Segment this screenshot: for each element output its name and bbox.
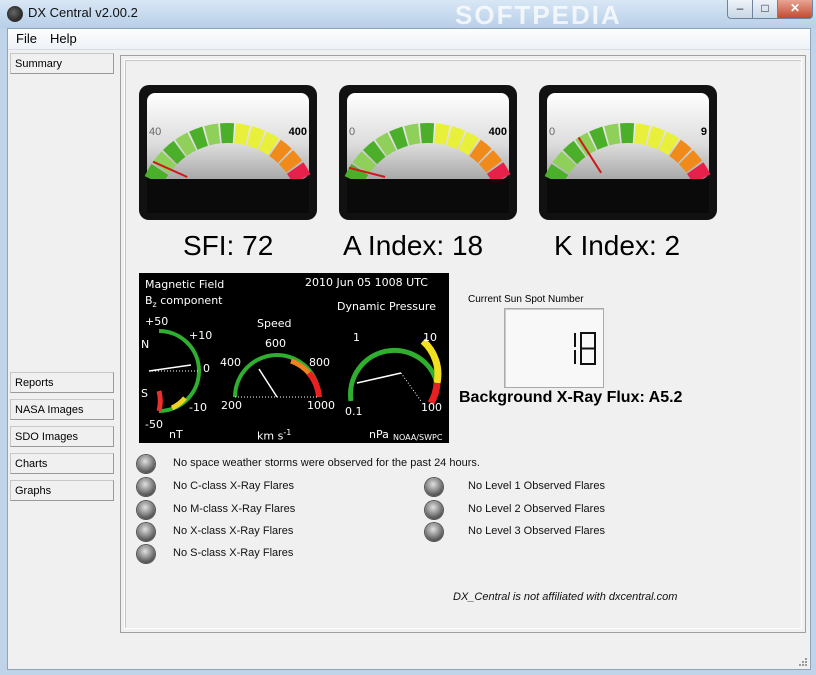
speed-unit: km s-1 bbox=[257, 428, 292, 443]
speed-tick: 800 bbox=[309, 356, 330, 369]
watermark: SOFTPEDIA bbox=[455, 0, 622, 30]
mag-tick: N bbox=[141, 338, 150, 351]
sfi-label: SFI: 72 bbox=[183, 230, 274, 261]
gauge-segment bbox=[419, 123, 435, 144]
storm-status-text: No space weather storms were observed fo… bbox=[173, 457, 480, 469]
pressure-tick: 1 bbox=[353, 331, 360, 344]
a-index-label: A Index: 18 bbox=[343, 230, 484, 261]
level1-led bbox=[425, 478, 443, 496]
gauge-max-label: 400 bbox=[489, 126, 507, 138]
client-area: File Help Summary Reports NASA Images SD… bbox=[7, 28, 811, 670]
c-class-led bbox=[137, 478, 155, 496]
speed-tick: 400 bbox=[220, 356, 241, 369]
gauge-base bbox=[147, 179, 309, 213]
mag-tick: S bbox=[141, 387, 148, 400]
k-index-label: K Index: 2 bbox=[554, 230, 681, 261]
mag-tick: -50 bbox=[145, 418, 163, 431]
x-class-led bbox=[137, 523, 155, 541]
m-class-text: No M-class X-Ray Flares bbox=[173, 503, 296, 515]
sfi-gauge: 40 400 bbox=[139, 85, 317, 220]
menu-bar: File Help bbox=[8, 29, 810, 50]
mag-field-title: Magnetic Field bbox=[145, 278, 225, 291]
noaa-credit: NOAA/SWPC bbox=[393, 433, 443, 442]
pressure-tick: 0.1 bbox=[345, 405, 363, 418]
gauge-min-label: 40 bbox=[149, 126, 161, 138]
gauge-min-label: 0 bbox=[549, 126, 555, 138]
sidebar-item-nasa-images[interactable]: NASA Images bbox=[10, 399, 114, 420]
s-class-text: No S-class X-Ray Flares bbox=[173, 547, 294, 559]
level2-text: No Level 2 Observed Flares bbox=[468, 503, 605, 515]
sunspot-label: Current Sun Spot Number bbox=[468, 294, 584, 305]
pressure-tick: 100 bbox=[421, 401, 442, 414]
level3-text: No Level 3 Observed Flares bbox=[468, 525, 605, 537]
x-class-text: No X-class X-Ray Flares bbox=[173, 525, 294, 537]
storm-status-led bbox=[137, 455, 155, 473]
sunspot-digits bbox=[574, 332, 596, 365]
mag-unit: nT bbox=[169, 428, 183, 441]
gauge-segment bbox=[619, 123, 635, 144]
k-index-gauge: 09 bbox=[539, 85, 717, 220]
gauge-max-label: 9 bbox=[701, 126, 707, 138]
a-index-gauge: 0 400 bbox=[339, 85, 517, 220]
mag-tick: +10 bbox=[189, 329, 213, 342]
bz-needle bbox=[148, 364, 192, 372]
s-class-led bbox=[137, 545, 155, 563]
gauge-segment bbox=[219, 123, 235, 144]
pressure-needle bbox=[356, 372, 402, 384]
maximize-button[interactable]: □ bbox=[752, 0, 778, 19]
level1-text: No Level 1 Observed Flares bbox=[468, 480, 605, 492]
sidebar-item-graphs[interactable]: Graphs bbox=[10, 480, 114, 501]
timestamp: 2010 Jun 05 1008 UTC bbox=[305, 276, 428, 289]
affiliation-note: DX_Central is not affiliated with dxcent… bbox=[453, 591, 678, 603]
mag-tick: +50 bbox=[145, 315, 169, 328]
window-title: DX Central v2.00.2 bbox=[28, 5, 138, 20]
gauge-max-label: 400 bbox=[289, 126, 307, 138]
gauge-min-label: 0 bbox=[349, 126, 355, 138]
xray-flux-label: Background X-Ray Flux: A5.2 bbox=[459, 389, 683, 406]
sidebar-item-summary[interactable]: Summary bbox=[10, 53, 114, 74]
gauge-base bbox=[347, 179, 509, 213]
space-weather-image: Magnetic Field Bz component 2010 Jun 05 … bbox=[139, 273, 449, 443]
resize-grip[interactable] bbox=[798, 657, 808, 667]
menu-help[interactable]: Help bbox=[50, 31, 77, 46]
sidebar-item-reports[interactable]: Reports bbox=[10, 372, 114, 393]
c-class-text: No C-class X-Ray Flares bbox=[173, 480, 295, 492]
sidebar-item-sdo-images[interactable]: SDO Images bbox=[10, 426, 114, 447]
dynamic-pressure-title: Dynamic Pressure bbox=[337, 300, 436, 313]
speed-title: Speed bbox=[257, 317, 292, 330]
close-button[interactable]: ✕ bbox=[777, 0, 813, 19]
bz-label: Bz component bbox=[145, 294, 223, 310]
m-class-led bbox=[137, 501, 155, 519]
speed-needle bbox=[258, 368, 278, 398]
mag-tick: 0 bbox=[203, 362, 210, 375]
sunspot-display: 18 bbox=[504, 308, 604, 388]
speed-tick: 200 bbox=[221, 399, 242, 412]
sidebar-item-charts[interactable]: Charts bbox=[10, 453, 114, 474]
minimize-button[interactable]: – bbox=[727, 0, 753, 19]
pressure-unit: nPa bbox=[369, 428, 389, 441]
app-window: DX Central v2.00.2 SOFTPEDIA – □ ✕ File … bbox=[0, 0, 816, 675]
gauge-base bbox=[547, 179, 709, 213]
app-icon[interactable] bbox=[7, 6, 23, 22]
speed-tick: 600 bbox=[265, 337, 286, 350]
level3-led bbox=[425, 523, 443, 541]
mag-tick: -10 bbox=[189, 401, 207, 414]
title-bar[interactable]: DX Central v2.00.2 SOFTPEDIA – □ ✕ bbox=[0, 0, 816, 30]
level2-led bbox=[425, 501, 443, 519]
menu-file[interactable]: File bbox=[16, 31, 37, 46]
pressure-tick: 10 bbox=[423, 331, 437, 344]
speed-tick: 1000 bbox=[307, 399, 335, 412]
